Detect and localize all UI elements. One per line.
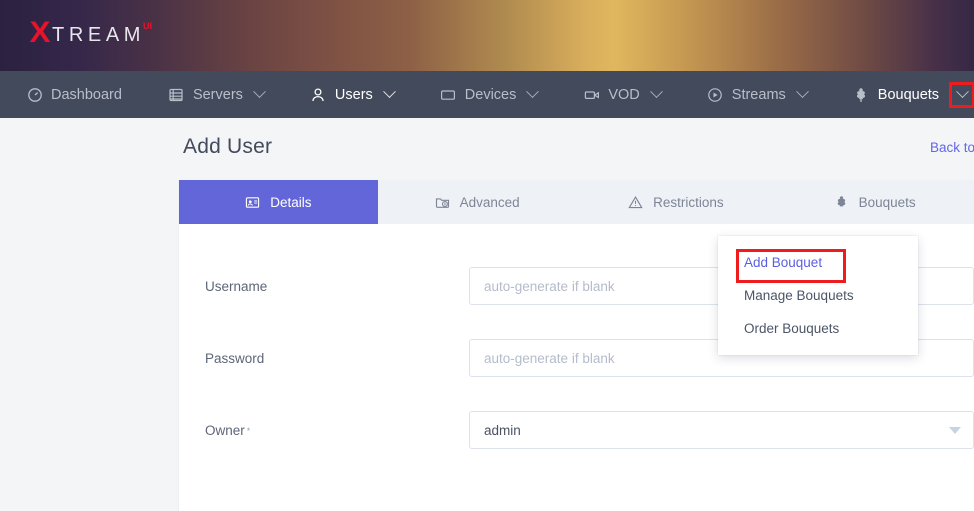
page-header-row: Add User Back to Users — [179, 118, 974, 176]
label-password: Password — [205, 351, 469, 366]
control-owner: admin — [469, 411, 974, 449]
form-row-owner: Owner * admin — [179, 394, 974, 466]
nav-item-servers[interactable]: Servers — [168, 71, 266, 118]
nav-label-dashboard: Dashboard — [51, 86, 122, 103]
tab-label-details: Details — [270, 194, 312, 210]
chevron-down-icon — [955, 85, 969, 99]
label-username: Username — [205, 279, 469, 294]
chevron-down-icon[interactable] — [795, 85, 809, 99]
owner-select[interactable]: admin — [469, 411, 974, 449]
nav-item-streams[interactable]: Streams — [707, 71, 809, 118]
device-icon — [440, 86, 457, 103]
dropdown-item-manage-bouquets[interactable]: Manage Bouquets — [718, 279, 918, 312]
tab-label-bouquets: Bouquets — [858, 194, 916, 210]
flower-icon — [853, 86, 870, 103]
tab-label-restrictions: Restrictions — [653, 194, 724, 210]
chevron-down-icon[interactable] — [649, 85, 663, 99]
label-text-owner: Owner — [205, 422, 245, 438]
bouquets-dropdown-menu: Add Bouquet Manage Bouquets Order Bouque… — [718, 236, 918, 355]
logo-superscript: UI — [143, 21, 153, 31]
warning-triangle-icon — [628, 195, 643, 210]
tab-label-advanced: Advanced — [459, 194, 520, 210]
nav-item-dashboard[interactable]: Dashboard — [26, 71, 122, 118]
owner-select-wrap: admin — [469, 411, 974, 449]
back-to-users-link[interactable]: Back to Users — [930, 140, 974, 155]
card-tabs: Details Advanced Restrictions Bouquets — [179, 180, 974, 224]
nav-item-bouquets[interactable]: Bouquets — [853, 71, 974, 118]
gauge-icon — [26, 86, 43, 103]
label-text-password: Password — [205, 350, 265, 366]
dropdown-item-add-bouquet-wrap: Add Bouquet — [718, 246, 918, 283]
nav-label-users: Users — [334, 86, 373, 103]
chevron-down-icon[interactable] — [526, 85, 540, 99]
tab-details[interactable]: Details — [179, 180, 378, 224]
nav-item-devices[interactable]: Devices — [440, 71, 540, 118]
main-navbar: Dashboard Servers Users Devices VOD Stre… — [0, 71, 974, 127]
brand-header: X TREAM UI — [0, 0, 974, 71]
nav-label-devices: Devices — [464, 86, 517, 103]
play-circle-icon — [707, 86, 724, 103]
page-left-gutter — [0, 118, 179, 511]
nav-item-vod[interactable]: VOD — [583, 71, 663, 118]
flower-icon — [834, 195, 849, 210]
nav-item-users[interactable]: Users — [310, 71, 396, 127]
page-title: Add User — [183, 135, 273, 158]
bouquets-chevron-highlight[interactable] — [949, 81, 974, 108]
chevron-down-icon[interactable] — [382, 85, 396, 99]
page-body: Add User Back to Users Details — [0, 118, 974, 511]
logo[interactable]: X TREAM UI — [29, 16, 153, 52]
logo-x-mark: X — [29, 16, 51, 49]
logo-wordmark: TREAM — [52, 24, 146, 46]
folder-info-icon — [435, 195, 450, 210]
dropdown-item-order-bouquets[interactable]: Order Bouquets — [718, 312, 918, 345]
tab-advanced[interactable]: Advanced — [377, 180, 577, 224]
label-text-username: Username — [205, 278, 268, 294]
id-card-icon — [245, 195, 260, 210]
nav-label-servers: Servers — [192, 86, 243, 103]
dropdown-item-add-bouquet[interactable]: Add Bouquet — [718, 246, 918, 279]
tab-bouquets[interactable]: Bouquets — [775, 180, 974, 224]
user-icon — [310, 86, 327, 103]
nav-label-streams: Streams — [731, 86, 786, 103]
required-indicator: * — [246, 425, 251, 436]
nav-label-bouquets: Bouquets — [877, 86, 940, 103]
nav-label-vod: VOD — [608, 86, 640, 103]
chevron-down-icon[interactable] — [253, 85, 266, 99]
server-icon — [168, 86, 185, 103]
tab-restrictions[interactable]: Restrictions — [576, 180, 776, 224]
label-owner: Owner * — [205, 423, 469, 438]
owner-select-value: admin — [484, 422, 521, 438]
video-camera-icon — [583, 86, 600, 103]
